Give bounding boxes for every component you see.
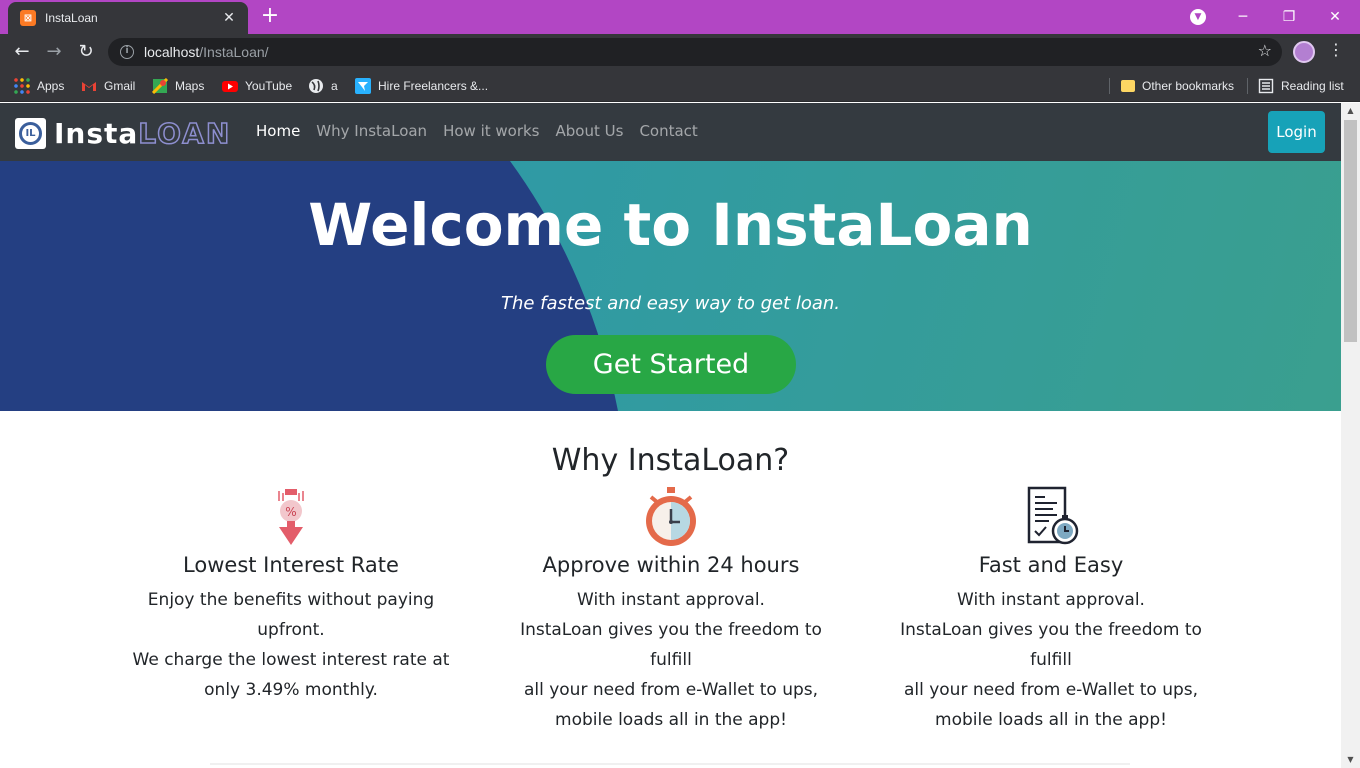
nav-why-instaloan[interactable]: Why InstaLoan: [316, 122, 427, 140]
nav-links: Home Why InstaLoan How it works About Us…: [256, 122, 698, 140]
interest-rate-down-icon: %: [278, 489, 304, 545]
feature-description: With instant approval. InstaLoan gives y…: [881, 585, 1221, 735]
feature-line: upfront.: [257, 620, 325, 640]
section-divider: [210, 763, 1130, 765]
back-icon[interactable]: ←: [9, 39, 35, 65]
freelancer-icon: [355, 78, 371, 94]
window-close-icon[interactable]: ✕: [1312, 4, 1358, 30]
feature-description: With instant approval. InstaLoan gives y…: [501, 585, 841, 735]
logo-text-insta: Insta: [54, 117, 139, 150]
feature-lowest-interest: % Lowest Interest Rate Enjoy the benefit…: [121, 485, 461, 705]
globe-icon: [308, 78, 324, 94]
apps-grid-icon: [14, 78, 30, 94]
nav-how-it-works[interactable]: How it works: [443, 122, 539, 140]
bookmark-a[interactable]: a: [308, 76, 338, 96]
feature-line: only 3.49% monthly.: [204, 680, 378, 700]
feature-line: fulfill: [1030, 650, 1072, 670]
tab-close-icon[interactable]: ✕: [220, 10, 238, 26]
feature-line: mobile loads all in the app!: [555, 710, 787, 730]
feature-line: fulfill: [650, 650, 692, 670]
browser-tabstrip: ⊠ InstaLoan ✕ + ▼ ─ ❐ ✕: [0, 0, 1360, 34]
web-page: IL Insta LOAN Home Why InstaLoan How it w…: [0, 103, 1341, 768]
folder-icon: [1121, 80, 1135, 92]
site-info-icon[interactable]: i: [120, 45, 134, 59]
feature-line: all your need from e-Wallet to ups,: [903, 680, 1199, 700]
restore-icon[interactable]: ❐: [1266, 4, 1312, 30]
feature-line: InstaLoan gives you the freedom to: [520, 620, 822, 640]
feature-line: Enjoy the benefits without paying: [147, 590, 435, 610]
url-path: /InstaLoan/: [199, 44, 269, 60]
youtube-icon: [222, 78, 238, 94]
tab-title: InstaLoan: [45, 11, 98, 25]
feature-line: InstaLoan gives you the freedom to: [900, 620, 1202, 640]
nav-contact[interactable]: Contact: [639, 122, 697, 140]
bookmark-star-icon[interactable]: ☆: [1258, 41, 1272, 60]
address-bar[interactable]: i localhost/InstaLoan/ ☆: [108, 38, 1282, 66]
feature-title: Approve within 24 hours: [542, 553, 800, 577]
login-button[interactable]: Login: [1268, 111, 1325, 153]
scroll-down-arrow-icon[interactable]: ▼: [1341, 752, 1360, 768]
nav-about-us[interactable]: About Us: [556, 122, 624, 140]
page-scrollbar[interactable]: ▲ ▼: [1341, 103, 1360, 768]
browser-menu-icon[interactable]: ⋮: [1328, 40, 1344, 59]
bookmark-label: Hire Freelancers &...: [378, 79, 489, 93]
browser-tab[interactable]: ⊠ InstaLoan ✕: [8, 2, 248, 34]
bookmark-apps[interactable]: Apps: [14, 76, 64, 96]
profile-avatar[interactable]: [1293, 41, 1315, 63]
logo-text-loan: LOAN: [138, 116, 232, 151]
reading-list-label: Reading list: [1281, 79, 1344, 93]
bookmark-label: YouTube: [245, 79, 293, 93]
tab-search-icon[interactable]: ▼: [1190, 9, 1206, 25]
reload-icon[interactable]: ↻: [73, 39, 99, 65]
hero-title: Welcome to InstaLoan: [308, 191, 1033, 259]
reading-list[interactable]: Reading list: [1258, 76, 1344, 96]
reading-list-icon: [1258, 78, 1274, 94]
bookmarks-bar: Apps Gmail Maps YouTube a Hire Freelance…: [0, 70, 1360, 102]
browser-toolbar: ← → ↻ i localhost/InstaLoan/ ☆ ⋮: [0, 34, 1360, 70]
gmail-icon: [81, 78, 97, 94]
url-host: localhost: [144, 44, 200, 60]
get-started-button[interactable]: Get Started: [546, 335, 796, 394]
bookmark-label: a: [331, 79, 338, 93]
new-tab-button[interactable]: +: [258, 5, 282, 29]
feature-title: Fast and Easy: [978, 553, 1124, 577]
hero-banner: Welcome to InstaLoan The fastest and eas…: [0, 161, 1341, 411]
minimize-icon[interactable]: ─: [1220, 4, 1266, 30]
svg-text:%: %: [285, 505, 296, 519]
feature-line: We charge the lowest interest rate at: [132, 650, 450, 670]
bookmark-separator: [1247, 78, 1248, 94]
other-bookmarks[interactable]: Other bookmarks: [1121, 76, 1234, 96]
maps-icon: [151, 77, 169, 95]
scrollbar-thumb[interactable]: [1344, 120, 1357, 342]
hero-subtitle: The fastest and easy way to get loan.: [500, 293, 841, 314]
bookmark-freelancer[interactable]: Hire Freelancers &...: [355, 76, 488, 96]
bookmark-label: Apps: [37, 79, 65, 93]
document-timer-icon: [1027, 486, 1079, 545]
feature-description: Enjoy the benefits without paying upfron…: [121, 585, 461, 705]
feature-approve-24h: Approve within 24 hours With instant app…: [501, 485, 841, 735]
feature-title: Lowest Interest Rate: [183, 553, 399, 577]
scroll-up-arrow-icon[interactable]: ▲: [1341, 103, 1360, 119]
bookmark-separator: [1109, 78, 1110, 94]
logo-mark-icon: IL: [15, 118, 46, 149]
bookmark-label: Gmail: [104, 79, 136, 93]
why-section-title: Why InstaLoan?: [551, 443, 790, 478]
bookmark-maps[interactable]: Maps: [151, 76, 205, 96]
site-navbar: IL Insta LOAN Home Why InstaLoan How it w…: [0, 103, 1341, 161]
other-bookmarks-label: Other bookmarks: [1142, 79, 1235, 93]
bookmark-youtube[interactable]: YouTube: [222, 76, 292, 96]
forward-icon[interactable]: →: [41, 39, 67, 65]
feature-line: With instant approval.: [577, 590, 765, 610]
feature-line: mobile loads all in the app!: [935, 710, 1167, 730]
site-logo[interactable]: IL Insta LOAN: [15, 116, 232, 151]
bookmark-label: Maps: [175, 79, 205, 93]
feature-line: With instant approval.: [957, 590, 1145, 610]
xampp-favicon-icon: ⊠: [20, 10, 36, 26]
bookmark-gmail[interactable]: Gmail: [81, 76, 135, 96]
stopwatch-icon: [646, 487, 696, 546]
nav-home[interactable]: Home: [256, 122, 300, 140]
feature-line: all your need from e-Wallet to ups,: [523, 680, 819, 700]
feature-fast-easy: Fast and Easy With instant approval. Ins…: [881, 485, 1221, 735]
